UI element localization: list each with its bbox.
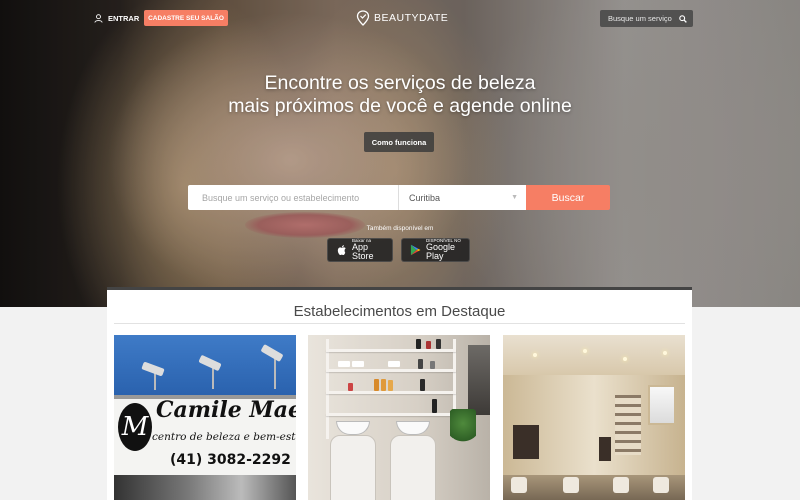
salon-chair: [330, 435, 376, 500]
sign-monogram: M: [118, 403, 152, 451]
product-shelf: [615, 395, 641, 455]
shelf: [326, 349, 456, 352]
plant: [450, 409, 476, 445]
main-search-bar: Curitiba ▼ Buscar: [188, 185, 610, 210]
header-search-placeholder: Busque um serviço: [608, 14, 672, 23]
wall-art: [599, 437, 611, 461]
salon-chair: [511, 477, 527, 493]
ceiling-light: [663, 351, 667, 355]
featured-title: Estabelecimentos em Destaque: [293, 303, 506, 320]
how-it-works-button[interactable]: Como funciona: [364, 132, 434, 152]
salon-chair: [563, 477, 579, 493]
sign-name: Camile Maes: [156, 397, 296, 423]
product-bottle: [418, 359, 423, 369]
google-play-label: Google Play: [426, 242, 456, 262]
product-bottle: [436, 339, 441, 349]
hero-headline: Encontre os serviços de beleza mais próx…: [0, 72, 800, 118]
login-link[interactable]: ENTRAR: [94, 11, 139, 25]
sign-phone: (41) 3082-2292: [170, 452, 291, 468]
towel: [388, 361, 400, 367]
towel: [338, 361, 350, 367]
search-button[interactable]: Buscar: [526, 185, 610, 210]
ceiling: [503, 335, 685, 375]
featured-card-salon-2[interactable]: [308, 335, 490, 500]
search-icon[interactable]: [679, 14, 687, 23]
google-play-badge[interactable]: DISPONÍVEL NO Google Play: [401, 238, 470, 262]
ceiling-light: [583, 349, 587, 353]
also-available-label: Também disponível em: [366, 225, 434, 232]
logo-text: BEAUTYDATE: [374, 12, 449, 24]
salon-chair: [653, 477, 669, 493]
location-pin-icon: [356, 10, 370, 26]
product-bottle: [432, 399, 437, 413]
google-play-icon: [410, 244, 421, 256]
featured-card-camile-maes[interactable]: M Camile Maes centro de beleza e bem-est…: [114, 335, 296, 500]
ceiling-light: [623, 357, 627, 361]
product-bottle: [381, 379, 386, 391]
featured-section: Estabelecimentos em Destaque M Camile Ma…: [107, 287, 692, 500]
product-bottle: [426, 341, 431, 349]
product-bottle: [374, 379, 379, 391]
window: [648, 385, 676, 425]
storefront-window: [114, 475, 296, 500]
shelf-post: [326, 339, 329, 439]
register-salon-button[interactable]: CADASTRE SEU SALÃO: [144, 10, 228, 26]
towel: [352, 361, 364, 367]
mirror: [468, 345, 490, 415]
app-store-label: App Store: [352, 242, 374, 262]
sign-tagline: centro de beleza e bem-estar: [152, 431, 296, 443]
shelf: [326, 391, 456, 394]
product-bottle: [348, 383, 353, 391]
shelf: [326, 413, 456, 416]
header-search-input[interactable]: Busque um serviço: [600, 10, 693, 27]
headline-line-1: Encontre os serviços de beleza: [264, 72, 536, 94]
divider: [114, 323, 685, 324]
hero-section: [0, 0, 800, 307]
service-search-input[interactable]: [188, 185, 399, 210]
product-bottle: [430, 361, 435, 369]
salon-chair: [613, 477, 629, 493]
app-store-badge[interactable]: Baixar na App Store: [327, 238, 393, 262]
top-navigation: ENTRAR CADASTRE SEU SALÃO BEAUTYDATE Bus…: [0, 0, 800, 36]
ceiling-light: [533, 353, 537, 357]
product-bottle: [416, 339, 421, 349]
user-icon: [94, 13, 103, 23]
salon-chair: [390, 435, 436, 500]
apple-icon: [337, 245, 346, 256]
city-select[interactable]: Curitiba ▼: [399, 185, 526, 210]
logo[interactable]: BEAUTYDATE: [356, 9, 448, 27]
login-label: ENTRAR: [108, 13, 140, 23]
chevron-down-icon: ▼: [511, 194, 518, 201]
headline-line-2: mais próximos de você e agende online: [228, 95, 572, 117]
shelf: [326, 369, 456, 372]
product-bottle: [420, 379, 425, 391]
city-value: Curitiba: [409, 192, 441, 203]
product-bottle: [388, 380, 393, 391]
wall-art: [513, 425, 539, 459]
featured-card-salon-3[interactable]: [503, 335, 685, 500]
